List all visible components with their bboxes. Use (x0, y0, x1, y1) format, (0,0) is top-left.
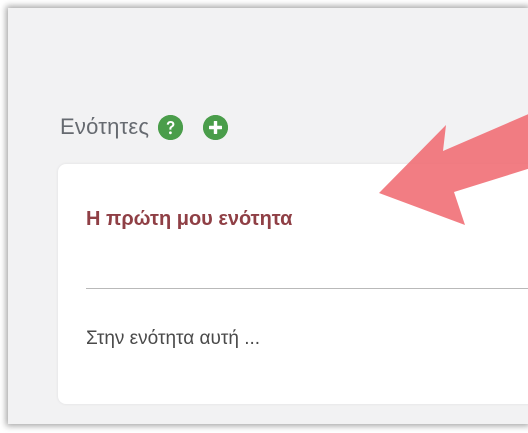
section-description: Στην ενότητα αυτή ... (86, 328, 261, 349)
sections-title: Ενότητες (60, 114, 150, 139)
question-circle-icon (158, 114, 184, 140)
sections-header: Ενότητες (60, 114, 229, 140)
page-content: Ενότητες Η πρώτη μου ενότητα Στην ενότητ… (8, 8, 528, 424)
section-title-link[interactable]: Η πρώτη μου ενότητα (86, 208, 292, 231)
screenshot-frame: Ενότητες Η πρώτη μου ενότητα Στην ενότητ… (0, 0, 528, 433)
plus-circle-icon (203, 114, 229, 140)
card-divider (86, 288, 528, 289)
help-button[interactable] (158, 114, 184, 140)
add-section-button[interactable] (203, 114, 229, 140)
section-card: Η πρώτη μου ενότητα Στην ενότητα αυτή ..… (58, 164, 528, 404)
